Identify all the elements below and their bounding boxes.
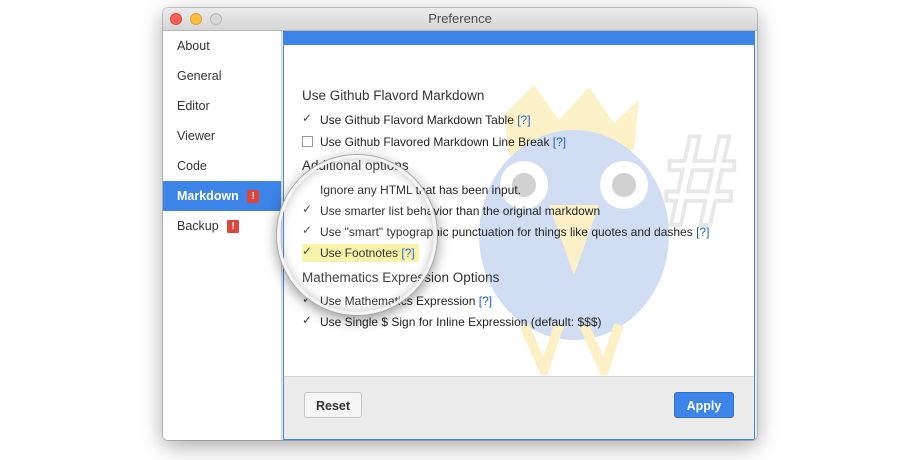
preference-window: Preference About General Editor Viewer C… [163,8,757,440]
reset-button[interactable]: Reset [304,392,362,418]
github-table-checkbox[interactable] [302,111,313,125]
option-label: Use smarter list behavior than the origi… [320,204,601,218]
option-ignore-html[interactable]: Ignore any HTML that has been input. [302,183,521,197]
sidebar-item-label: Backup [177,219,219,233]
option-label: Use Github Flavored Markdown Line Break [320,135,550,149]
sidebar-item-label: About [177,39,210,53]
minimize-window-button[interactable] [190,13,202,25]
sidebar-item-code[interactable]: Code [163,151,281,181]
help-link[interactable]: [?] [479,294,492,308]
sidebar: About General Editor Viewer Code Markdow… [163,31,282,440]
sidebar-item-general[interactable]: General [163,61,281,91]
settings-area: # Use Github Flavord Markdown Use Github… [302,45,754,378]
option-label: Use Mathematics Expression [320,294,476,308]
markdown-settings-panel: # Use Github Flavord Markdown Use Github… [283,31,755,440]
math-section-title: Mathematics Expression Options [302,270,500,285]
footer-bar: Reset Apply [284,376,754,439]
smarter-list-checkbox[interactable] [302,202,313,216]
option-github-table[interactable]: Use Github Flavord Markdown Table [?] [302,111,531,127]
help-link[interactable]: [?] [696,225,709,239]
warning-badge: ! [227,220,240,234]
sidebar-item-about[interactable]: About [163,31,281,61]
panel-header-bar [284,31,754,45]
option-inline-dollar[interactable]: Use Single $ Sign for Inline Expression … [302,313,602,329]
option-smarter-list[interactable]: Use smarter list behavior than the origi… [302,202,601,218]
option-footnotes[interactable]: Use Footnotes [?] [302,244,419,262]
window-title: Preference [428,11,492,26]
help-link[interactable]: [?] [517,113,530,127]
option-math-expression[interactable]: Use Mathematics Expression [?] [302,292,492,308]
sidebar-item-editor[interactable]: Editor [163,91,281,121]
option-label: Use Github Flavord Markdown Table [320,113,514,127]
option-smart-punctuation[interactable]: Use "smart" typographic punctuation for … [302,223,709,239]
footnotes-highlight: Use Footnotes [?] [302,244,419,262]
sidebar-item-label: Viewer [177,129,215,143]
option-label: Use "smart" typographic punctuation for … [320,225,693,239]
option-label: Use Footnotes [320,246,399,260]
github-section-title: Use Github Flavord Markdown [302,88,485,103]
sidebar-item-label: Markdown [177,189,239,203]
math-expression-checkbox[interactable] [302,292,313,306]
apply-button[interactable]: Apply [674,392,734,418]
sidebar-item-viewer[interactable]: Viewer [163,121,281,151]
sidebar-item-markdown[interactable]: Markdown ! [163,181,281,211]
help-link[interactable]: [?] [553,135,566,149]
sidebar-item-label: Code [177,159,207,173]
zoom-window-button[interactable] [210,13,222,25]
sidebar-item-backup[interactable]: Backup ! [163,211,281,241]
inline-dollar-checkbox[interactable] [302,313,313,327]
option-label: Ignore any HTML that has been input. [320,183,522,197]
warning-badge: ! [247,190,260,204]
additional-section-title: Additional options [302,158,409,173]
option-label: Use Single $ Sign for Inline Expression … [320,315,602,329]
option-github-line-break[interactable]: Use Github Flavored Markdown Line Break … [302,135,566,149]
sidebar-item-label: Editor [177,99,210,113]
close-window-button[interactable] [170,13,182,25]
smart-punctuation-checkbox[interactable] [302,223,313,237]
title-bar: Preference [163,8,757,31]
sidebar-item-label: General [177,69,222,83]
help-link[interactable]: [?] [401,246,414,260]
footnotes-checkbox[interactable] [302,244,313,258]
github-line-break-checkbox[interactable] [302,136,313,147]
